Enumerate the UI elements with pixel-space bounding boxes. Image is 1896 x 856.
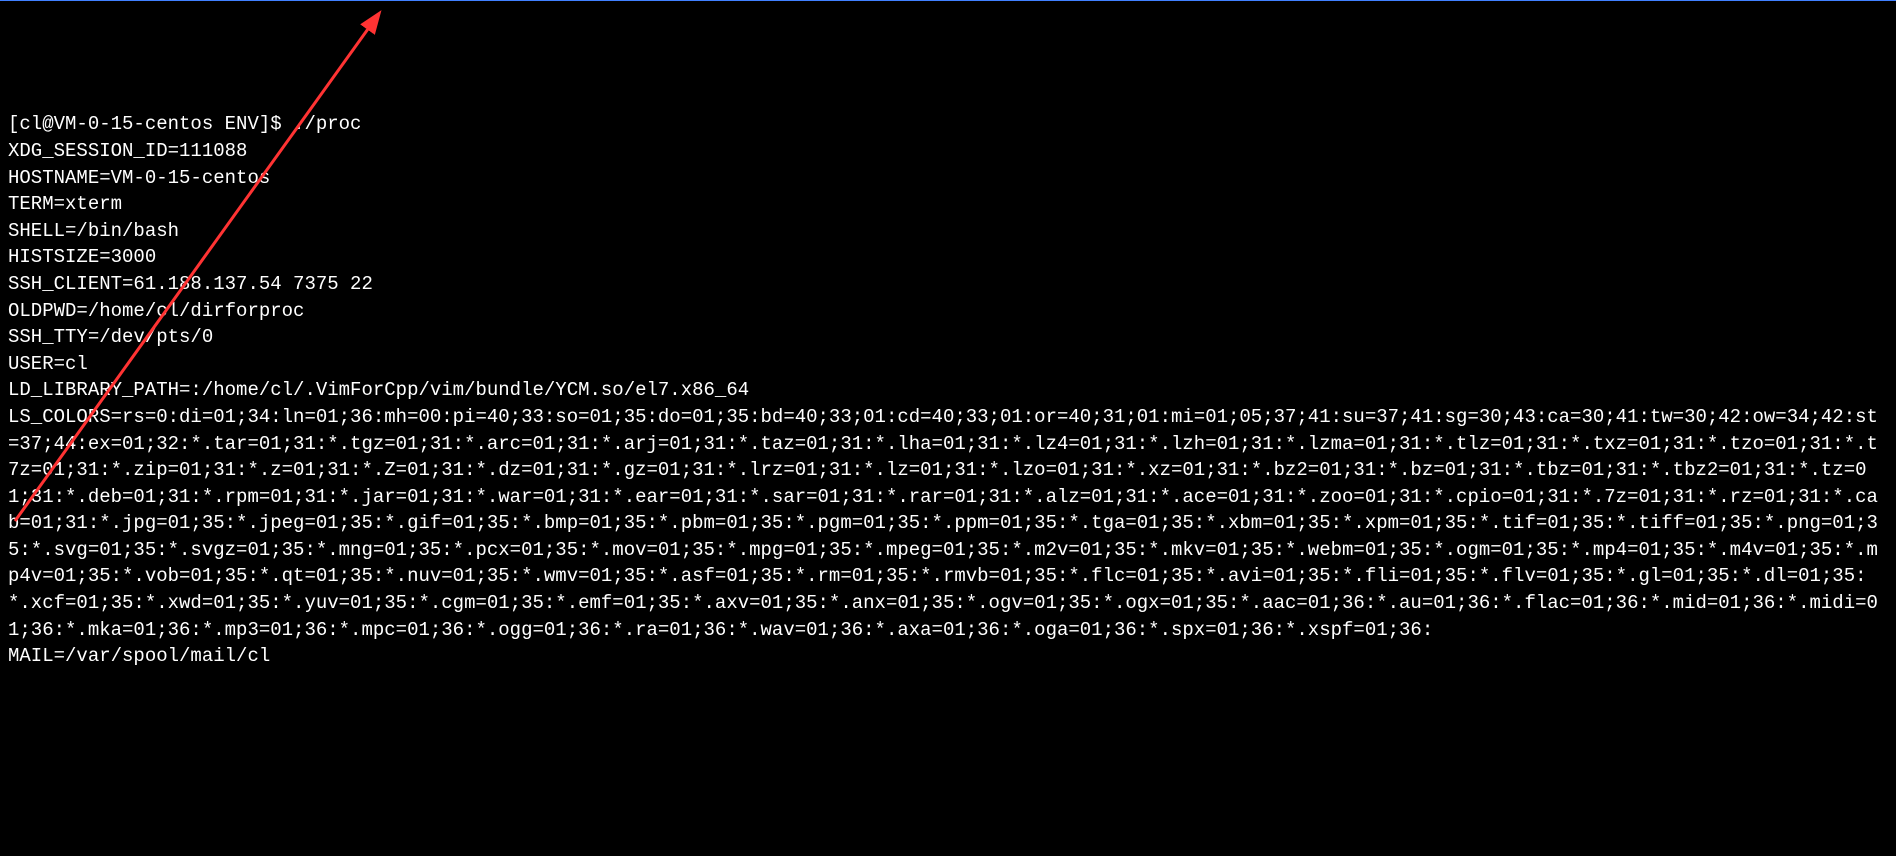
output-line: LS_COLORS=rs=0:di=01;34:ln=01;36:mh=00:p… (8, 404, 1888, 643)
output-line: HOSTNAME=VM-0-15-centos (8, 165, 1888, 192)
output-line: MAIL=/var/spool/mail/cl (8, 643, 1888, 670)
output-line: TERM=xterm (8, 191, 1888, 218)
shell-prompt: [cl@VM-0-15-centos ENV]$ (8, 113, 293, 135)
output-line: OLDPWD=/home/cl/dirforproc (8, 298, 1888, 325)
output-line: USER=cl (8, 351, 1888, 378)
output-line: XDG_SESSION_ID=111088 (8, 138, 1888, 165)
command-text: ./proc (293, 113, 361, 135)
output-line: SHELL=/bin/bash (8, 218, 1888, 245)
terminal-output[interactable]: [cl@VM-0-15-centos ENV]$ ./procXDG_SESSI… (8, 111, 1888, 669)
prompt-line: [cl@VM-0-15-centos ENV]$ ./proc (8, 111, 1888, 138)
output-line: LD_LIBRARY_PATH=:/home/cl/.VimForCpp/vim… (8, 377, 1888, 404)
output-line: SSH_CLIENT=61.188.137.54 7375 22 (8, 271, 1888, 298)
output-line: SSH_TTY=/dev/pts/0 (8, 324, 1888, 351)
output-line: HISTSIZE=3000 (8, 244, 1888, 271)
